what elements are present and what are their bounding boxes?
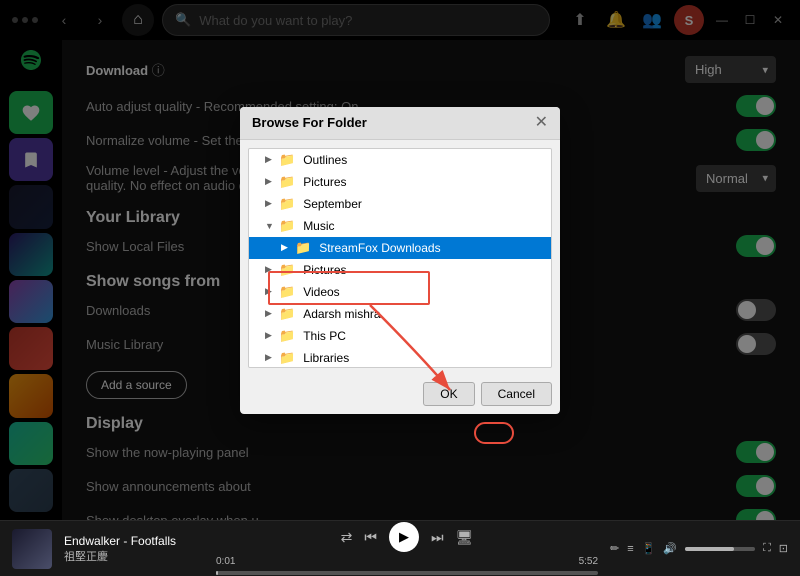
expand-arrow-outlines: ▶ xyxy=(265,154,275,165)
tree-label-videos: Videos xyxy=(303,285,339,299)
player-info: Endwalker - Footfalls 祖堅正慶 xyxy=(64,534,204,564)
time-labels: 0:01 5:52 xyxy=(216,556,598,567)
tree-label-outlines: Outlines xyxy=(303,153,347,167)
play-pause-button[interactable]: ▶ xyxy=(389,522,419,552)
lyrics-button[interactable]: ✏ xyxy=(610,542,619,555)
expand-arrow-september: ▶ xyxy=(265,198,275,209)
tree-label-streamfox: StreamFox Downloads xyxy=(319,241,440,255)
dialog-close-button[interactable]: ✕ xyxy=(535,115,548,131)
queue-button[interactable]: ≡ xyxy=(627,543,633,555)
player-controls: ⇄ ⏮ ▶ ⏭ 🖥 0:01 5:52 xyxy=(216,522,598,575)
folder-icon-pictures: 📁 xyxy=(279,174,295,190)
next-button[interactable]: ⏭ xyxy=(431,529,444,546)
folder-icon-pictures2: 📁 xyxy=(279,262,295,278)
tree-item-adarsh[interactable]: ▶ 📁 Adarsh mishra xyxy=(249,303,551,325)
player-title: Endwalker - Footfalls xyxy=(64,534,204,548)
player-artist: 祖堅正慶 xyxy=(64,548,204,564)
device-button[interactable]: 🖥 xyxy=(456,529,474,546)
dialog-header: Browse For Folder ✕ xyxy=(240,107,560,140)
tree-item-outlines[interactable]: ▶ 📁 Outlines xyxy=(249,149,551,171)
expand-arrow-pictures2: ▶ xyxy=(265,264,275,275)
folder-icon-september: 📁 xyxy=(279,196,295,212)
fullscreen-button[interactable]: ⛶ xyxy=(763,542,771,555)
volume-icon[interactable]: 🔊 xyxy=(663,542,677,555)
tree-item-september[interactable]: ▶ 📁 September xyxy=(249,193,551,215)
browse-folder-dialog: Browse For Folder ✕ ▶ 📁 Outlines ▶ 📁 Pictures… xyxy=(240,107,560,414)
expand-arrow-adarsh: ▶ xyxy=(265,308,275,319)
tree-item-pictures2[interactable]: ▶ 📁 Pictures xyxy=(249,259,551,281)
tree-item-pictures[interactable]: ▶ 📁 Pictures xyxy=(249,171,551,193)
folder-icon-adarsh: 📁 xyxy=(279,306,295,322)
volume-fill xyxy=(685,547,734,551)
dialog-title: Browse For Folder xyxy=(252,115,367,130)
folder-icon-videos: 📁 xyxy=(279,284,295,300)
dialog-body: ▶ 📁 Outlines ▶ 📁 Pictures ▶ 📁 September ▼ 📁 Music ▶ 📁… xyxy=(240,140,560,376)
dialog-overlay: Browse For Folder ✕ ▶ 📁 Outlines ▶ 📁 Pictures… xyxy=(0,0,800,520)
folder-tree[interactable]: ▶ 📁 Outlines ▶ 📁 Pictures ▶ 📁 September ▼ 📁 Music ▶ 📁… xyxy=(248,148,552,368)
player-bar: Endwalker - Footfalls 祖堅正慶 ⇄ ⏮ ▶ ⏭ 🖥 0:0… xyxy=(0,520,800,576)
time-current: 0:01 xyxy=(216,556,235,567)
shuffle-button[interactable]: ⇄ xyxy=(341,529,353,546)
folder-icon-libraries: 📁 xyxy=(279,350,295,366)
tree-label-september: September xyxy=(303,197,362,211)
tree-label-pictures: Pictures xyxy=(303,175,346,189)
tree-label-music: Music xyxy=(303,219,334,233)
player-buttons: ⇄ ⏮ ▶ ⏭ 🖥 xyxy=(341,522,474,552)
tree-item-streamfox[interactable]: ▶ 📁 StreamFox Downloads xyxy=(249,237,551,259)
folder-icon-outlines: 📁 xyxy=(279,152,295,168)
prev-button[interactable]: ⏮ xyxy=(364,529,377,546)
progress-fill xyxy=(216,571,218,575)
volume-bar[interactable] xyxy=(685,547,755,551)
expand-arrow-streamfox: ▶ xyxy=(281,242,291,253)
miniplayer-button[interactable]: ⊡ xyxy=(779,542,788,555)
progress-bar[interactable] xyxy=(216,571,598,575)
dialog-cancel-button[interactable]: Cancel xyxy=(481,382,552,406)
player-album-art xyxy=(12,529,52,569)
tree-item-music[interactable]: ▼ 📁 Music xyxy=(249,215,551,237)
dialog-footer: OK Cancel xyxy=(240,376,560,414)
dialog-ok-button[interactable]: OK xyxy=(423,382,474,406)
connect-button[interactable]: 📱 xyxy=(642,542,656,555)
tree-label-libraries: Libraries xyxy=(303,351,349,365)
tree-item-videos[interactable]: ▶ 📁 Videos xyxy=(249,281,551,303)
folder-icon-music: 📁 xyxy=(279,218,295,234)
folder-icon-streamfox: 📁 xyxy=(295,240,311,256)
expand-arrow-music: ▼ xyxy=(265,221,275,231)
expand-arrow-pictures: ▶ xyxy=(265,176,275,187)
expand-arrow-videos: ▶ xyxy=(265,286,275,297)
tree-label-thispc: This PC xyxy=(303,329,346,343)
tree-item-libraries[interactable]: ▶ 📁 Libraries xyxy=(249,347,551,368)
folder-icon-thispc: 📁 xyxy=(279,328,295,344)
tree-label-adarsh: Adarsh mishra xyxy=(303,307,380,321)
expand-arrow-libraries: ▶ xyxy=(265,352,275,363)
time-total: 5:52 xyxy=(579,556,598,567)
tree-item-thispc[interactable]: ▶ 📁 This PC xyxy=(249,325,551,347)
expand-arrow-thispc: ▶ xyxy=(265,330,275,341)
tree-label-pictures2: Pictures xyxy=(303,263,346,277)
player-right-controls: ✏ ≡ 📱 🔊 ⛶ ⊡ xyxy=(610,542,788,555)
